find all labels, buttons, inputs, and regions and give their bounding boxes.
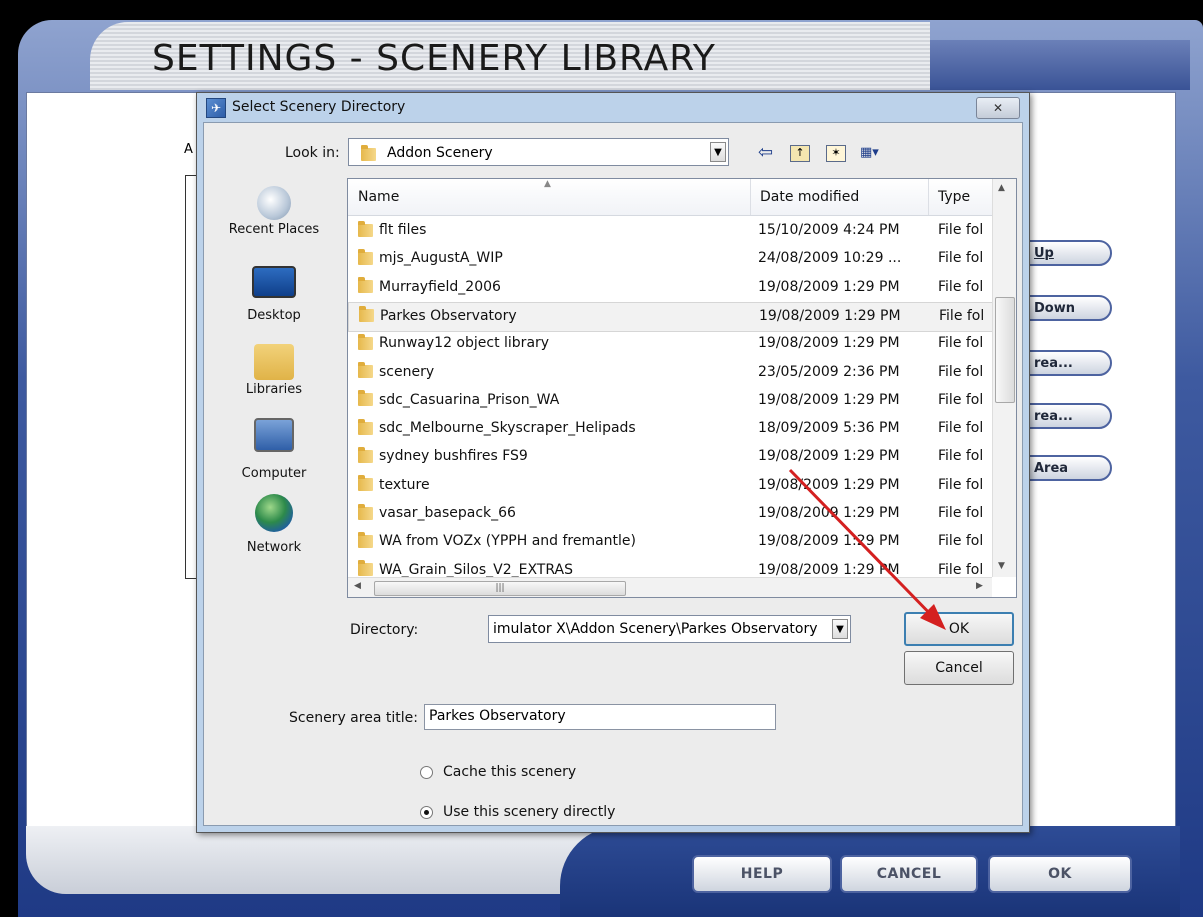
annotation-arrow <box>788 468 946 630</box>
annotation-arrow-line <box>788 468 942 626</box>
